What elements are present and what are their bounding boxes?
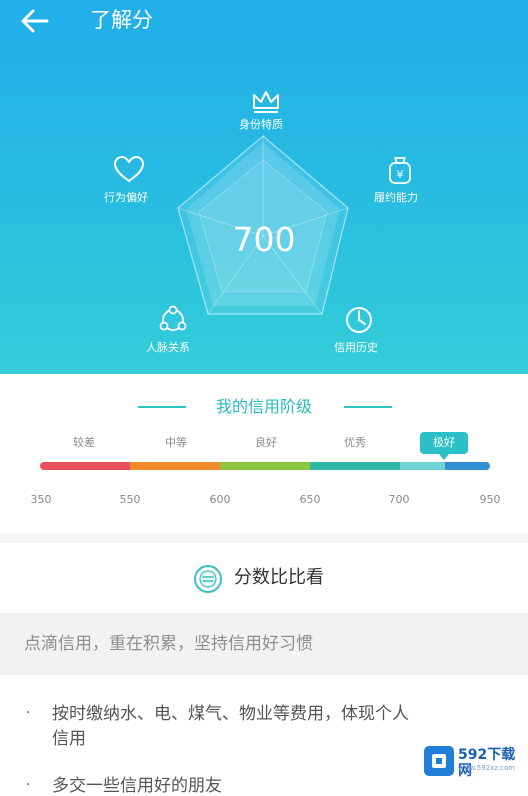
tick-label: 650 [299,493,321,506]
advice-item-2-line-1: 多交一些信用好的朋友 [52,776,222,796]
bullet-marker: · [26,705,31,721]
watermark-logo-icon [424,746,454,776]
current-level-badge: 极好 [420,432,468,460]
svg-text:¥: ¥ [397,168,404,181]
level-fair: 中等 [165,436,187,449]
level-excellent: 优秀 [344,436,366,449]
compare-icon [193,564,223,594]
watermark-text: 592下载网 [458,747,516,779]
credit-level-header: 我的信用阶级 [0,394,528,420]
credit-level-title: 我的信用阶级 [215,397,312,416]
compare-score-button[interactable]: 分数比比看 [0,543,528,613]
credit-radar-chart [177,135,349,315]
section-divider [0,533,528,543]
crown-icon[interactable] [248,84,284,118]
dimension-label-identity[interactable]: 身份特质 [239,118,283,132]
tick-label: 550 [119,493,141,506]
bar-segment-excellent [310,462,400,470]
bar-segment-fair [130,462,220,470]
divider-right [344,406,392,408]
credit-score: 700 [232,220,296,259]
level-good: 良好 [255,436,277,449]
score-hero: 了解分 身份特质 ¥ 履约能力 信用历史 人脉关系 行为偏好 700 [0,0,528,374]
compare-label: 分数比比看 [234,567,324,588]
people-network-icon[interactable] [155,303,191,337]
level-poor: 较差 [73,436,95,449]
tip-text: 点滴信用，重在积累，坚持信用好习惯 [24,634,313,654]
bullet-marker: · [26,777,31,793]
tick-label: 350 [30,493,52,506]
dimension-label-history[interactable]: 信用历史 [334,341,378,355]
dimension-label-behavior[interactable]: 行为偏好 [104,191,148,205]
bar-segment-poor [40,462,130,470]
dimension-label-connections[interactable]: 人脉关系 [146,341,190,355]
heart-icon[interactable] [111,153,147,187]
dimension-label-ability[interactable]: 履约能力 [374,191,418,205]
bar-segment-top-end [445,462,490,470]
tip-banner: 点滴信用，重在积累，坚持信用好习惯 [0,613,528,675]
credit-level-bar [40,462,490,470]
advice-item-1-line-1: 按时缴纳水、电、煤气、物业等费用，体现个人 [52,704,409,724]
site-watermark: 592下载网 www.592xz.com [424,744,528,779]
advice-item-1-line-2: 信用 [52,729,86,749]
bar-segment-good [220,462,310,470]
bar-segment-top [400,462,445,470]
tick-label: 950 [479,493,501,506]
tick-label: 600 [209,493,231,506]
watermark-sub: www.592xz.com [458,764,516,772]
tick-label: 700 [388,493,410,506]
clock-icon[interactable] [341,303,377,337]
money-bag-icon[interactable]: ¥ [382,153,418,187]
